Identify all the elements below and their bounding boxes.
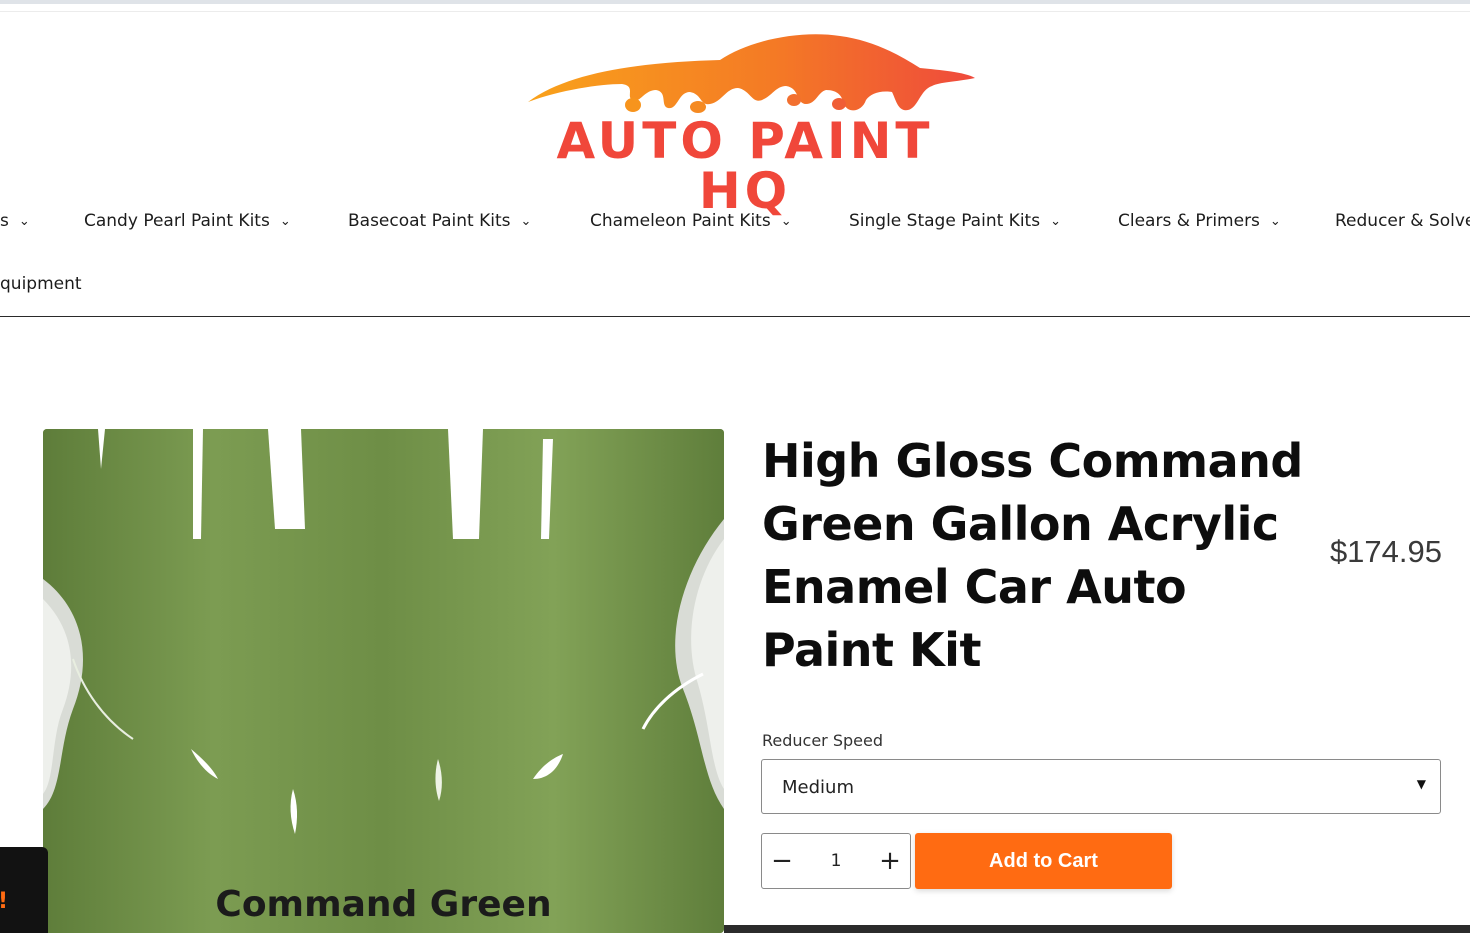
reducer-speed-select[interactable]: Medium ▼ <box>761 759 1441 814</box>
quantity-input[interactable]: 1 <box>802 834 870 888</box>
nav-item-reducer-solvents[interactable]: Reducer & Solve <box>1335 205 1470 237</box>
browser-top-strip <box>0 0 1470 4</box>
header-top-divider <box>0 11 1470 12</box>
nav-item-truncated[interactable]: s ⌄ <box>0 205 30 239</box>
product-image[interactable]: Command Green <box>43 429 724 933</box>
floating-promo-tab[interactable]: ! <box>0 847 48 933</box>
variant-label: Reducer Speed <box>762 731 883 750</box>
chevron-down-icon: ⌄ <box>520 214 532 229</box>
nav-item-label: Single Stage Paint Kits <box>849 211 1041 231</box>
caret-down-icon: ▼ <box>1416 777 1426 791</box>
bottom-overlay-bar <box>724 925 1470 933</box>
nav-item-label: Chameleon Paint Kits <box>590 211 771 231</box>
quantity-stepper[interactable]: − 1 + <box>761 833 911 889</box>
image-caption: Command Green <box>215 884 552 925</box>
product-title: High Gloss Command Green Gallon Acrylic … <box>762 434 1303 677</box>
nav-item-candy-pearl-paint-kits[interactable]: Candy Pearl Paint Kits ⌄ <box>84 205 291 239</box>
nav-row-1: s ⌄ Candy Pearl Paint Kits ⌄ Basecoat Pain… <box>0 205 1470 237</box>
nav-item-label: s <box>0 211 9 231</box>
nav-divider <box>0 316 1470 317</box>
nav-item-single-stage-paint-kits[interactable]: Single Stage Paint Kits ⌄ <box>849 205 1061 239</box>
nav-item-label: Candy Pearl Paint Kits <box>84 211 270 231</box>
nav-item-chameleon-paint-kits[interactable]: Chameleon Paint Kits ⌄ <box>590 205 792 239</box>
site-logo[interactable]: AUTO PAINT HQ <box>500 30 990 216</box>
chevron-down-icon: ⌄ <box>1269 214 1281 229</box>
paint-swatch-image <box>43 429 724 933</box>
nav-item-label: Clears & Primers <box>1118 211 1260 231</box>
select-value: Medium <box>782 777 854 798</box>
product-price: $174.95 <box>1329 534 1442 569</box>
quantity-increase-button[interactable]: + <box>870 834 910 888</box>
nav-item-equipment[interactable]: quipment <box>0 268 82 300</box>
chevron-down-icon: ⌄ <box>18 214 30 229</box>
chevron-down-icon: ⌄ <box>279 214 291 229</box>
alert-icon: ! <box>0 889 8 914</box>
nav-item-label: Basecoat Paint Kits <box>348 211 511 231</box>
add-to-cart-button[interactable]: Add to Cart <box>915 833 1172 889</box>
nav-item-label: quipment <box>0 274 82 294</box>
logo-wordmark: AUTO PAINT HQ <box>556 112 934 220</box>
quantity-decrease-button[interactable]: − <box>762 834 802 888</box>
chevron-down-icon: ⌄ <box>1050 214 1061 229</box>
nav-item-basecoat-paint-kits[interactable]: Basecoat Paint Kits ⌄ <box>348 205 531 239</box>
nav-item-label: Reducer & Solve <box>1335 211 1470 231</box>
chevron-down-icon: ⌄ <box>780 214 792 229</box>
nav-item-clears-primers[interactable]: Clears & Primers ⌄ <box>1118 205 1281 239</box>
